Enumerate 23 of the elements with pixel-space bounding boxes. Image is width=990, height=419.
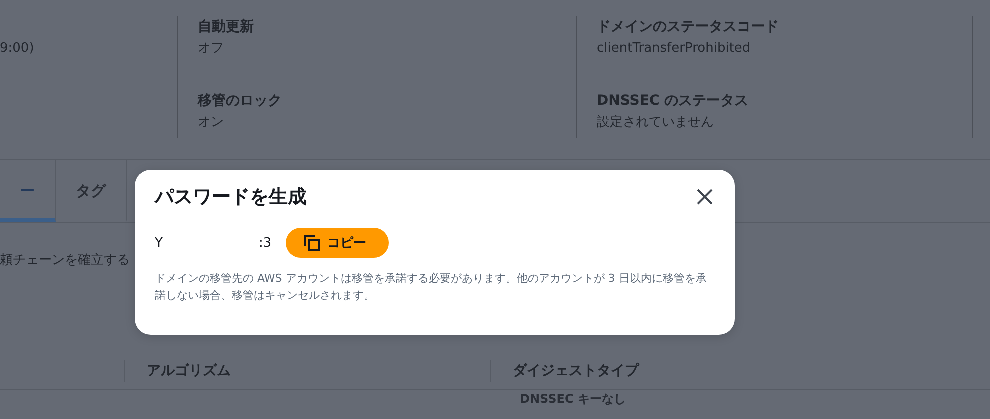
password-text: :3 [258, 236, 272, 250]
dialog-title: パスワードを生成 [155, 185, 307, 210]
field-label: ドメインのステータスコード [597, 18, 780, 37]
field-value: オフ [198, 40, 225, 58]
copy-icon [304, 235, 320, 251]
password-text: Y [155, 236, 163, 250]
field-value: clientTransferProhibited [597, 40, 752, 58]
empty-message: DNSSEC キーなし [520, 392, 626, 406]
field-value: オン [198, 114, 225, 132]
field-label: 自動更新 [198, 18, 255, 37]
column-header: アルゴリズム [124, 360, 490, 382]
field-label: DNSSEC のステータス [597, 92, 750, 111]
field-label: 移管のロック [198, 92, 283, 111]
copy-button[interactable]: コピー [286, 228, 389, 258]
column-header: ダイジェストタイプ [490, 360, 982, 382]
close-icon [695, 187, 715, 207]
close-button[interactable] [695, 187, 715, 207]
tab[interactable]: ー [0, 160, 56, 222]
dialog-description: ドメインの移管先の AWS アカウントは移管を承諾する必要があります。他のアカウントが 3 日以内に移管を承諾しない場合、移管はキャンセルされます。 [155, 271, 707, 304]
field-value: 設定されていません [597, 114, 715, 132]
tab[interactable]: タグ [56, 160, 127, 222]
field-value: 9:00) [0, 40, 36, 58]
section-text: 頼チェーンを確立する [0, 253, 130, 268]
